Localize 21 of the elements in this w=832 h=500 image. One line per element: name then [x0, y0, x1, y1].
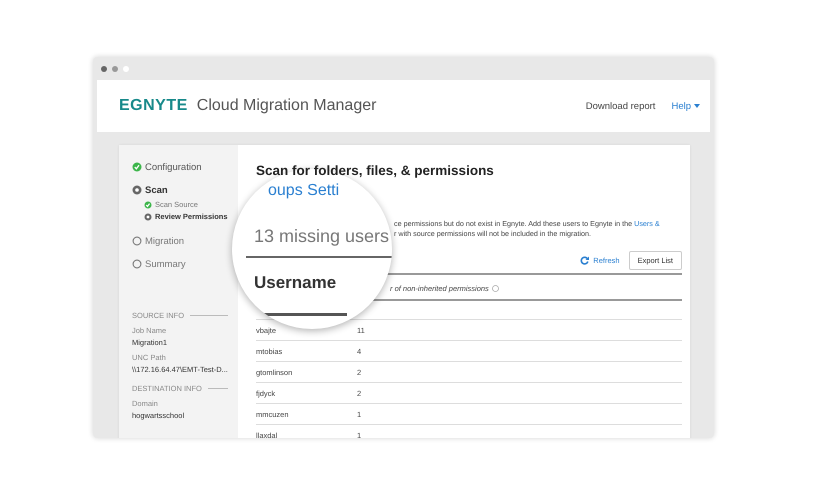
circle-icon	[132, 259, 142, 269]
page-title: Scan for folders, files, & permissions	[256, 163, 495, 178]
circle-icon	[132, 236, 142, 246]
sidebar-step[interactable]: Summary	[132, 258, 186, 270]
missing-users-count: 13 missing users	[254, 226, 390, 247]
window-dot[interactable]	[112, 66, 118, 72]
column-header: Username	[254, 273, 336, 293]
help-menu[interactable]: Help	[671, 100, 700, 112]
sidebar-step[interactable]: Migration	[132, 235, 184, 247]
sidebar-step[interactable]: Configuration	[132, 161, 202, 173]
refresh-icon	[580, 256, 590, 265]
section-heading: oups Setti	[268, 182, 340, 200]
sidebar-step[interactable]: Scan	[132, 184, 168, 196]
window-dot[interactable]	[101, 66, 107, 72]
check-icon	[132, 162, 142, 172]
caret-icon	[694, 104, 700, 108]
logo: EGNYTE	[119, 97, 188, 115]
app-title: Cloud Migration Manager	[196, 97, 376, 115]
header-link[interactable]: Download report	[586, 100, 656, 112]
info-icon	[492, 285, 499, 292]
check-icon	[144, 200, 152, 208]
